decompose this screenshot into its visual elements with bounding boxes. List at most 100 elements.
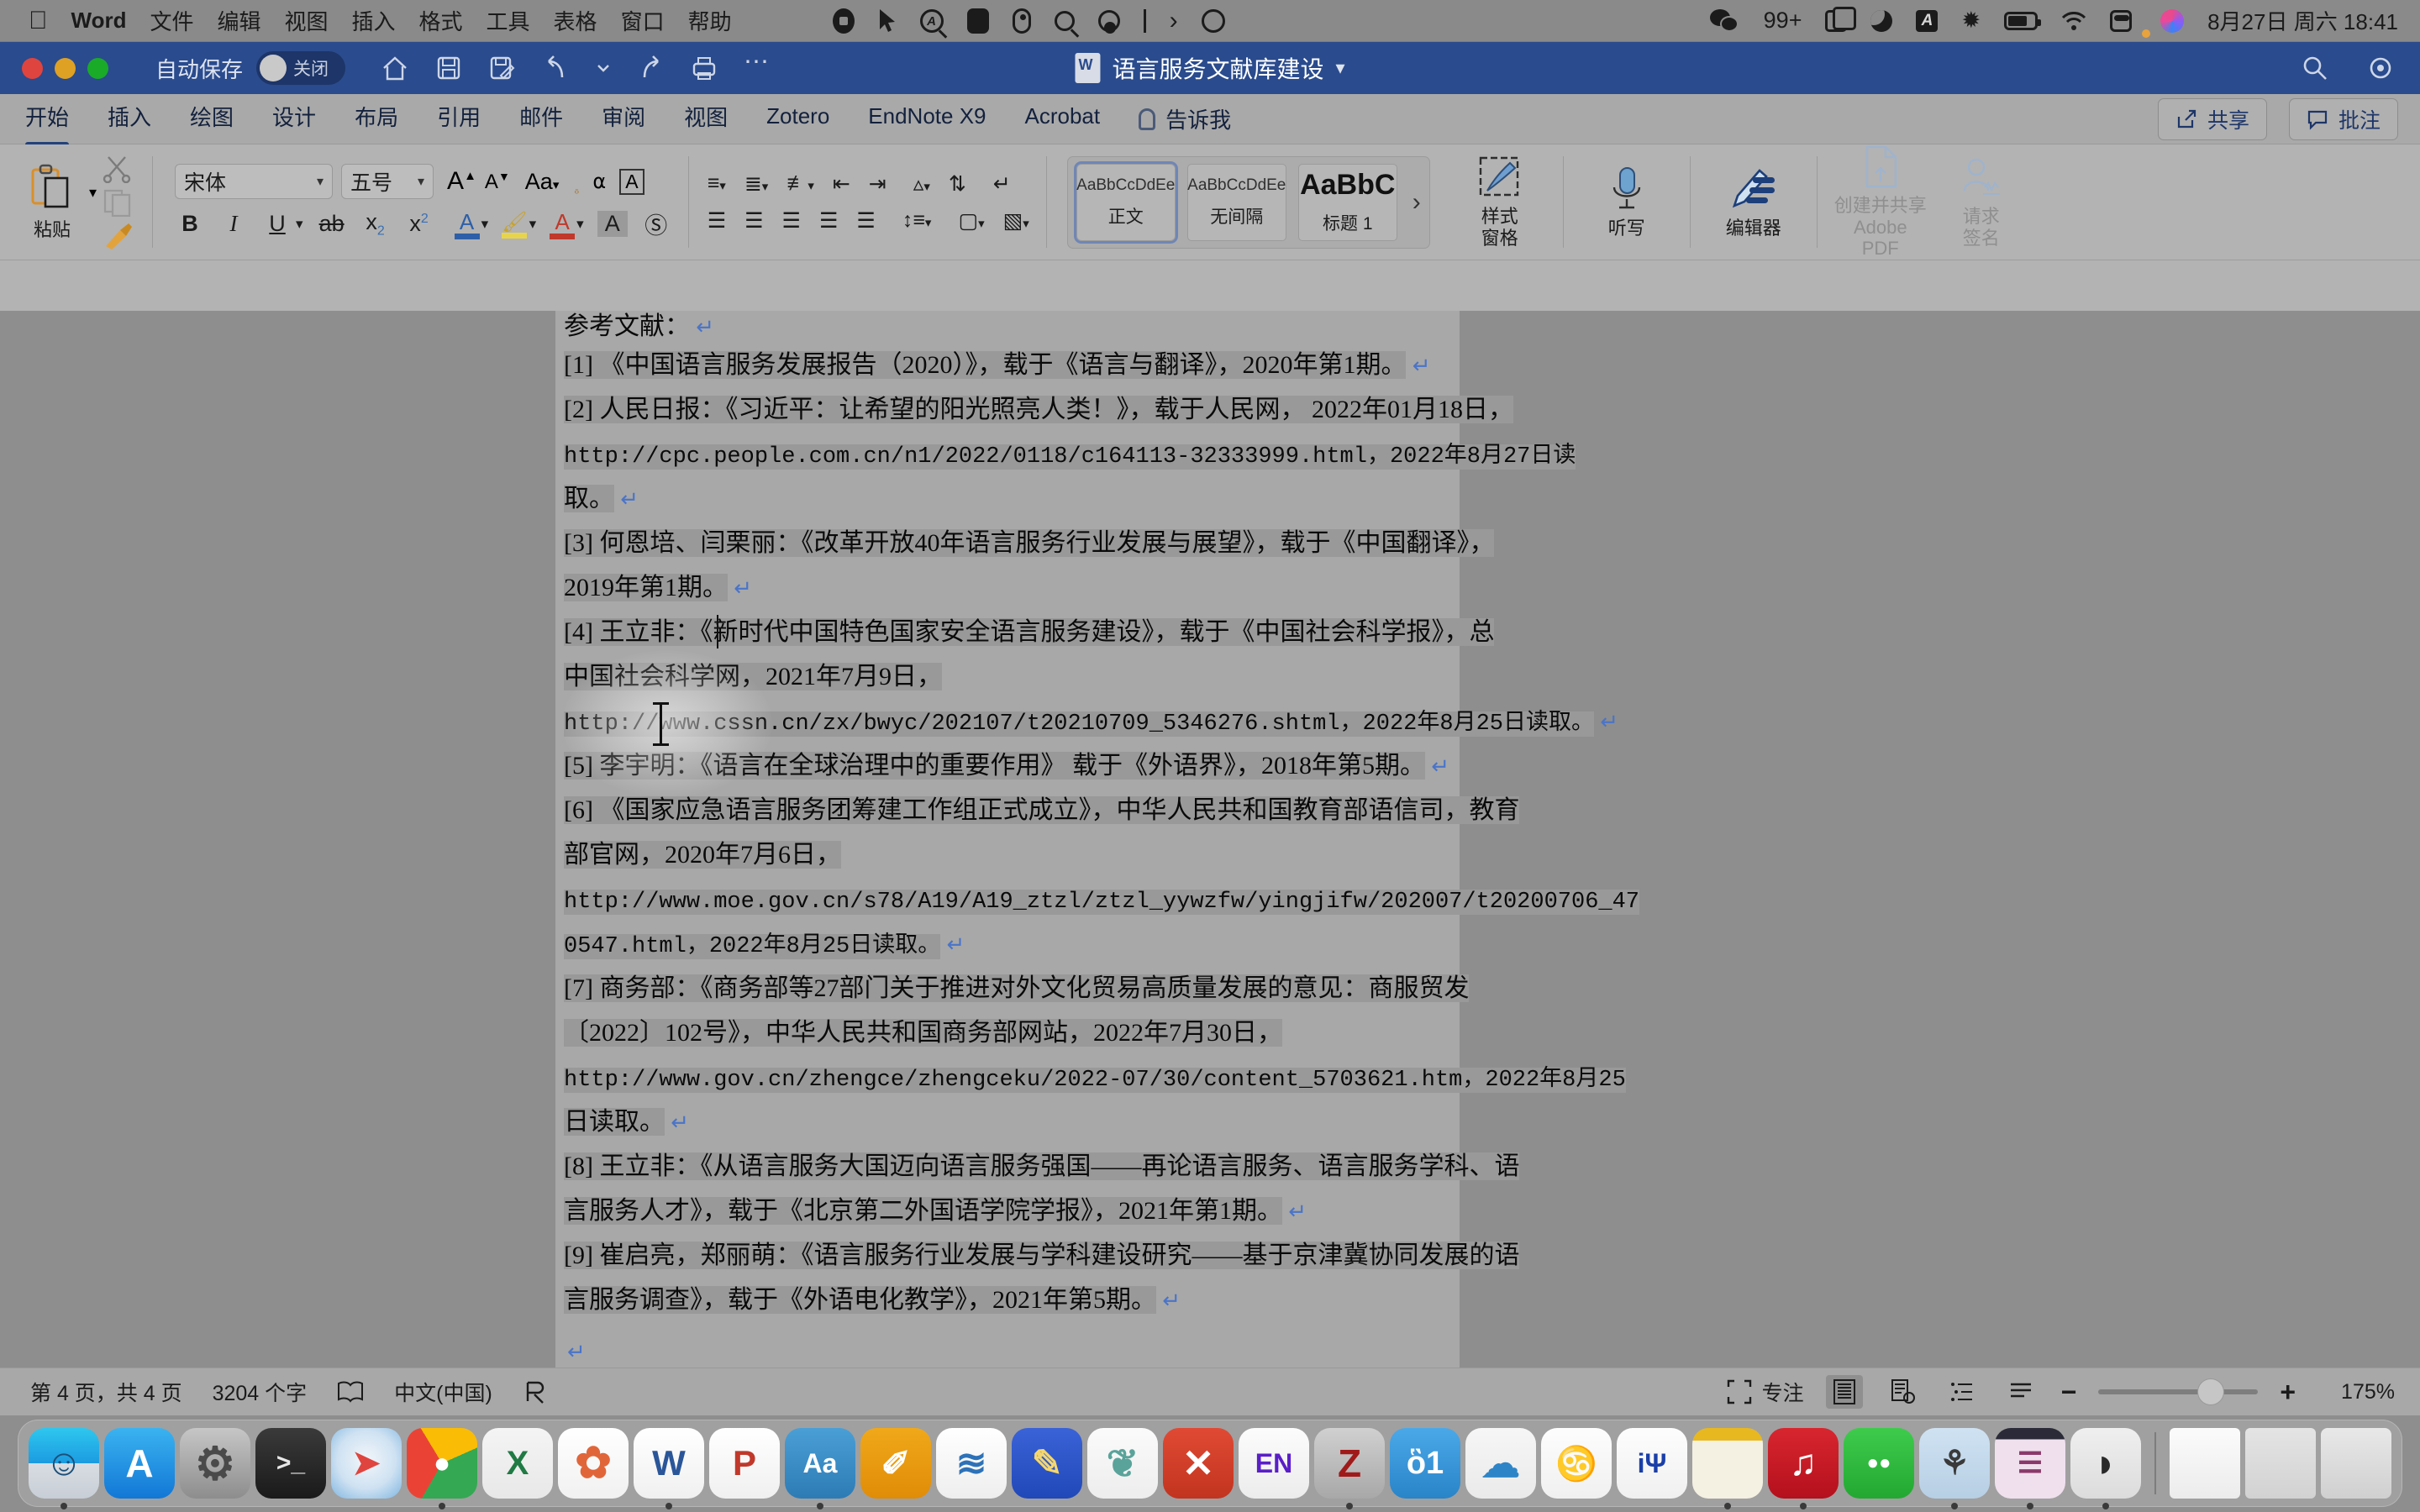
dock-item[interactable]: ☁ [1465, 1428, 1536, 1499]
tab-design[interactable]: 设计 [272, 101, 316, 137]
document-line[interactable]: [8] 王立非：《从语言服务大国迈向语言服务强国——再论语言服务、语言服务学科、… [564, 1144, 1520, 1189]
dock-item[interactable]: ♫ [1768, 1428, 1839, 1509]
dock-item[interactable]: ❦ [1087, 1428, 1158, 1499]
selected-text[interactable]: 言服务调查》，载于《外语电化教学》，2021年第5期。 [564, 1286, 1156, 1314]
tab-acrobat[interactable]: Acrobat [1025, 103, 1101, 134]
dock-item[interactable]: ●● [1844, 1428, 1914, 1499]
menu-clock[interactable]: 8月27日 周六 18:41 [2207, 5, 2398, 36]
selected-text[interactable]: http://www.gov.cn/zhengce/zhengceku/2022… [564, 1068, 1626, 1093]
wechat-app-icon[interactable]: ●● [1844, 1428, 1914, 1499]
do-not-disturb-icon[interactable] [1870, 9, 1893, 32]
screen-mirroring-icon[interactable] [1825, 6, 1857, 32]
preview-icon[interactable]: ⚘ [1919, 1428, 1990, 1499]
dock-item[interactable]: Z [1314, 1428, 1385, 1509]
dock-item[interactable]: ⚙ [180, 1428, 250, 1499]
numbering-icon[interactable]: ≣▾ [744, 171, 768, 197]
document-line[interactable]: [1] 《中国语言服务发展报告（2020）》，载于《语言与翻译》，2020年第1… [564, 343, 1431, 388]
text-effects-chevron-icon[interactable]: ▾ [481, 216, 489, 233]
font-name-select[interactable]: 宋体 ▾ [175, 164, 334, 199]
selected-text[interactable]: [3] 何恩培、闫栗丽：《改革开放40年语言服务行业发展与展望》，载于《中国翻译… [564, 529, 1495, 557]
grow-font-icon[interactable]: A▲ [447, 167, 476, 196]
dock-item[interactable]: ⚘ [1919, 1428, 1990, 1509]
text-effects-icon[interactable]: A [454, 209, 480, 239]
iqiyi-icon[interactable]: iΨ [1617, 1428, 1687, 1499]
document-title-area[interactable]: 语言服务文献库建设 ▾ [1075, 51, 1345, 85]
sort-icon[interactable]: ⇅ [949, 171, 966, 197]
spotlight-search-icon[interactable] [1054, 10, 1075, 31]
dock-item[interactable]: iΨ [1617, 1428, 1687, 1499]
selected-text[interactable]: 取。 [564, 485, 614, 512]
microsoft-excel-icon[interactable]: X [482, 1428, 553, 1499]
cursor-icon[interactable] [878, 8, 897, 34]
align-center-icon[interactable]: ☰ [744, 208, 763, 234]
microsoft-powerpoint-icon[interactable]: P [709, 1428, 780, 1499]
draft-view-icon[interactable] [2002, 1375, 2039, 1409]
menu-item-table[interactable]: 表格 [554, 5, 597, 36]
cat-app-icon[interactable]: ὃ1 [1390, 1428, 1460, 1499]
selected-text[interactable]: 0547.html，2022年8月25日读取。 [564, 934, 941, 959]
dock-item[interactable]: ● [407, 1428, 477, 1509]
google-chrome-icon[interactable]: ● [407, 1428, 477, 1499]
zoom-slider[interactable] [2098, 1378, 2259, 1405]
dock-item[interactable]: ✐ [860, 1428, 931, 1499]
minimize-window-button[interactable] [55, 57, 76, 79]
dock-item[interactable]: Aa [785, 1428, 855, 1509]
document-line[interactable]: 言服务调查》，载于《外语电化教学》，2021年第5期。 ↵ [564, 1278, 1181, 1323]
tab-endnote[interactable]: EndNote X9 [868, 103, 986, 134]
ribbon-options-icon[interactable] [2366, 54, 2395, 82]
phonetic-guide-icon[interactable]: ⍺ [592, 170, 606, 194]
trash-icon[interactable] [2321, 1428, 2391, 1499]
style-no-spacing[interactable]: AaBbCcDdEe 无间隔 [1186, 163, 1286, 241]
superscript-icon[interactable]: x2 [404, 211, 434, 237]
document-line[interactable]: [4] 王立非：《新时代中国特色国家安全语言服务建设》，载于《中国社会科学报》，… [564, 610, 1495, 654]
selected-text[interactable]: [9] 崔启亮，郑丽萌：《语言服务行业发展与学科建设研究——基于京津冀协同发展的… [564, 1242, 1520, 1269]
document-line[interactable]: 〔2022〕102号》，中华人民共和国商务部网站，2022年7月30日， [564, 1011, 1282, 1055]
document-line[interactable]: 日读取。 ↵ [564, 1100, 689, 1145]
clear-formatting-icon[interactable]: 𝃠 [574, 168, 579, 195]
dock-item[interactable]: W [634, 1428, 704, 1509]
document-line[interactable]: [9] 崔启亮，郑丽萌：《语言服务行业发展与学科建设研究——基于京津冀协同发展的… [564, 1233, 1520, 1278]
style-heading-1[interactable]: AaBbC 标题 1 [1297, 163, 1397, 241]
character-shading-icon[interactable]: A [597, 211, 628, 237]
tab-view[interactable]: 视图 [684, 101, 728, 137]
dock-item[interactable]: ◗ [2070, 1428, 2141, 1509]
selected-text[interactable]: [8] 王立非：《从语言服务大国迈向语言服务强国——再论语言服务、语言服务学科、… [564, 1152, 1520, 1180]
selected-text[interactable]: 言服务人才》，载于《北京第二外国语学院学报》，2021年第1期。 [564, 1197, 1282, 1225]
align-left-icon[interactable]: ☰ [708, 208, 726, 234]
document-line[interactable]: [6] 《国家应急语言服务团筹建工作组正式成立》，中华人民共和国教育部语信司，教… [564, 788, 1520, 832]
web-layout-icon[interactable] [1885, 1375, 1922, 1409]
save-as-icon[interactable] [488, 54, 517, 82]
input-method-icon[interactable]: A [1916, 9, 1939, 32]
bullets-icon[interactable]: ≡▾ [708, 171, 726, 196]
paste-chevron-icon[interactable]: ▾ [89, 184, 97, 202]
menu-item-view[interactable]: 视图 [284, 5, 328, 36]
document-line[interactable]: 0547.html，2022年8月25日读取。 ↵ [564, 921, 965, 969]
minimized-note-icon[interactable] [2245, 1428, 2316, 1499]
share-button[interactable]: 共享 [2157, 97, 2267, 140]
photos-icon[interactable]: ✿ [558, 1428, 629, 1499]
undo-chevron-icon[interactable] [596, 54, 611, 82]
font-color-chevron-icon[interactable]: ▾ [576, 216, 584, 233]
document-page[interactable]: 参考文献： ↵ [1] 《中国语言服务发展报告（2020）》，载于《语言与翻译》，… [555, 311, 1640, 1368]
style-normal[interactable]: AaBbCcDdEe 正文 [1073, 160, 1178, 244]
request-signature-button[interactable]: 请求 签名 [1935, 155, 2028, 249]
format-painter-icon[interactable] [102, 222, 135, 250]
redo-icon[interactable] [636, 54, 665, 82]
wifi-icon[interactable] [2061, 11, 2086, 30]
tab-insert[interactable]: 插入 [108, 101, 151, 137]
siri-icon[interactable] [2160, 8, 2185, 33]
xmind-icon[interactable]: ✕ [1163, 1428, 1234, 1499]
endnote-icon[interactable]: EN [1239, 1428, 1309, 1499]
document-line[interactable]: 取。 ↵ [564, 476, 639, 522]
document-line[interactable]: [7] 商务部：《商务部等27部门关于推进对外文化贸易高质量发展的意见：商服贸发 [564, 966, 1470, 1011]
comments-button[interactable]: 批注 [2288, 97, 2398, 140]
netease-music-icon[interactable]: ♫ [1768, 1428, 1839, 1499]
menu-item-tools[interactable]: 工具 [487, 5, 530, 36]
stickies-icon[interactable] [1692, 1428, 1763, 1499]
maximize-window-button[interactable] [87, 57, 108, 79]
terminal-icon[interactable]: >_ [255, 1428, 326, 1499]
strikethrough-icon[interactable]: ab [317, 211, 347, 237]
selected-text[interactable]: [5] 李宇明：《语言在全球治理中的重要作用》 载于《外语界》，2018年第5期… [564, 752, 1425, 780]
tab-references[interactable]: 引用 [437, 101, 481, 137]
shrink-font-icon[interactable]: A▼ [485, 170, 510, 194]
